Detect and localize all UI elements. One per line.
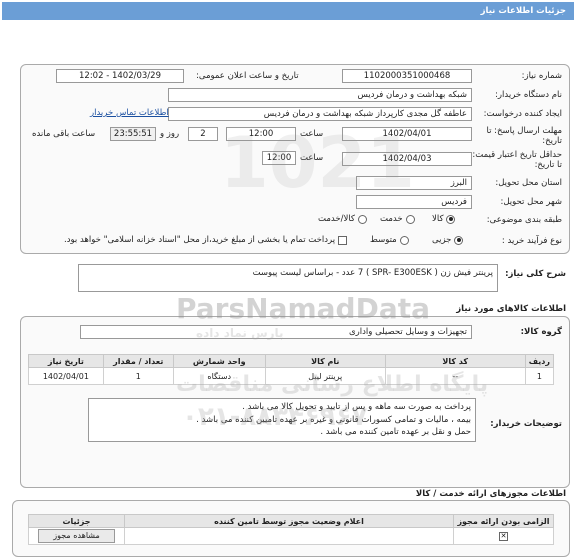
days-remaining-value: 2 [200,129,206,139]
cell-qty: 1 [102,367,174,385]
col-supplier-status: اعلام وضعیت مجوز توسط تامین کننده [124,514,454,528]
cell-required: ✕ [453,527,554,545]
view-license-button[interactable]: مشاهده مجوز [38,529,115,543]
deadline-time-label: ساعت [300,129,324,139]
cell-date: 1402/04/01 [28,367,104,385]
services-table-header: الزامی بودن ارائه مجوز اعلام وضعیت مجوز … [28,514,554,528]
buyer-notes-field: پرداخت به صورت سه ماهه و پس از تایید و ت… [88,398,476,442]
goods-section-title: اطلاعات کالاهای مورد نیاز [456,304,566,314]
col-required: الزامی بودن ارائه مجوز [453,514,554,528]
cell-unit: دستگاه [172,367,266,385]
category-option-label: کالا/خدمت [318,214,355,224]
cell-name: پرینتر لیبل [264,367,386,385]
goods-group-field: تجهیزات و وسایل تحصیلی واداری [80,325,472,339]
cell-details: مشاهده مجوز [28,527,125,545]
validity-label: حداقل تاریخ اعتبار قیمت: تا تاریخ: [472,150,562,170]
radio-icon[interactable] [399,235,409,245]
process-option-partial[interactable]: جزیی [432,235,464,245]
col-name: نام کالا [264,354,386,368]
province-field: البرز [356,176,472,190]
remaining-time-field: 23:55:51 [110,127,156,141]
announce-date-label: تاریخ و ساعت اعلان عمومی: [196,71,299,81]
process-option-label: جزیی [432,235,452,245]
radio-icon[interactable] [357,214,367,224]
buyer-note-line: بیمه ، مالیات و تمامی کسورات قانونی و غی… [196,414,471,425]
summary-text: پرینتر فیش زن ( SPR- E300ESK ) 7 عدد - ب… [252,268,493,278]
col-qty: تعداد / مقدار [102,354,174,368]
radio-selected-icon[interactable] [446,214,456,224]
remaining-time-label: ساعت باقی مانده [32,129,96,139]
summary-field: پرینتر فیش زن ( SPR- E300ESK ) 7 عدد - ب… [78,264,498,292]
page-title-bar: جزئیات اطلاعات نیاز [2,2,574,20]
buyer-note-line: پرداخت به صورت سه ماهه و پس از تایید و ت… [242,402,471,412]
deadline-label: مهلت ارسال پاسخ: تا تاریخ: [486,126,562,146]
buyer-notes-label: توضیحات خریدار: [490,419,562,429]
deadline-date-field: 1402/04/01 [342,127,472,141]
days-label: روز و [160,129,180,139]
page-title: جزئیات اطلاعات نیاز [480,6,566,16]
buyer-field: شبکه بهداشت و درمان فردیس [168,88,472,102]
goods-table-header: ردیف کد کالا نام کالا واحد شمارش تعداد /… [28,354,555,368]
col-details: جزئیات [28,514,125,528]
cell-row: 1 [524,367,555,385]
checkbox-crossed-icon: ✕ [499,532,508,541]
category-option-label: کالا [432,214,444,224]
process-label: نوع فرآیند خرید : [501,236,562,246]
announce-date-field: 1402/03/29 - 12:02 [56,69,184,83]
validity-date-field: 1402/04/03 [342,152,472,166]
buyer-label: نام دستگاه خریدار: [495,90,562,100]
requester-field: عاطفه گل مجدی کارپرداز شبکه بهداشت و درم… [168,107,472,121]
table-row: ✕ مشاهده مجوز [28,527,554,545]
table-row: 1 -- پرینتر لیبل دستگاه 1 1402/04/01 [28,367,555,385]
summary-label: شرح کلی نیاز: [505,269,566,279]
need-number-label: شماره نیاز: [521,71,562,81]
cell-supplier-status [124,527,454,545]
category-option-service[interactable]: خدمت [380,214,415,224]
validity-time-field: 12:00 [262,151,296,165]
days-remaining-box: 2 [188,127,218,141]
buyer-contact-link[interactable]: اطلاعات تماس خریدار [90,108,169,118]
need-number-field: 1102000351000468 [342,69,472,83]
category-label: طبقه بندی موضوعی: [486,215,562,225]
requester-label: ایجاد کننده درخواست: [483,109,562,119]
checkbox-icon[interactable] [338,235,348,245]
city-field: فردیس [356,195,472,209]
city-label: شهر محل تحویل: [500,197,562,207]
category-option-goods[interactable]: کالا [432,214,456,224]
col-unit: واحد شمارش [172,354,266,368]
validity-time-label: ساعت [300,153,324,163]
process-option-label: متوسط [370,235,397,245]
category-option-label: خدمت [380,214,403,224]
deadline-time-field: 12:00 [226,127,296,141]
col-date: تاریخ نیاز [28,354,104,368]
payment-note: پرداخت تمام یا بخشی از مبلغ خرید،از محل … [64,235,336,245]
radio-selected-icon[interactable] [454,235,464,245]
goods-table: ردیف کد کالا نام کالا واحد شمارش تعداد /… [28,354,555,385]
col-code: کد کالا [384,354,526,368]
category-option-goods-service[interactable]: کالا/خدمت [318,214,367,224]
radio-icon[interactable] [405,214,415,224]
province-label: استان محل تحویل: [495,178,562,188]
cell-code: -- [384,367,526,385]
services-table: الزامی بودن ارائه مجوز اعلام وضعیت مجوز … [28,514,554,545]
col-row: ردیف [524,354,555,368]
goods-group-label: گروه کالا: [520,327,562,337]
buyer-note-line: حمل و نقل بر عهده تامین کننده می باشد . [320,427,471,437]
process-option-medium[interactable]: متوسط [370,235,409,245]
payment-treasury-checkbox[interactable]: پرداخت تمام یا بخشی از مبلغ خرید،از محل … [64,235,348,245]
